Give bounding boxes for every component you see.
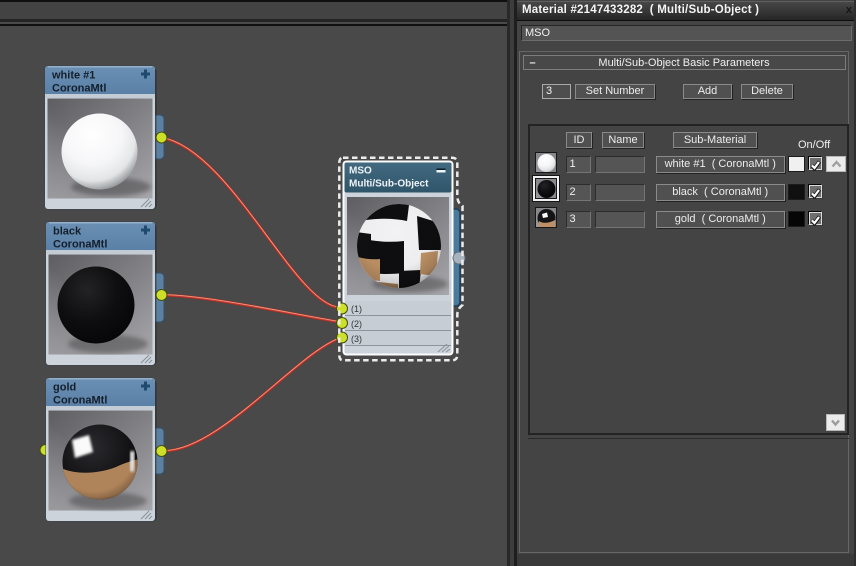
svg-text:Multi/Sub-Object: Multi/Sub-Object (349, 178, 429, 189)
svg-text:CoronaMtl: CoronaMtl (53, 394, 107, 406)
svg-text:CoronaMtl: CoronaMtl (52, 82, 106, 94)
svg-text:gold: gold (53, 381, 76, 393)
svg-text:white #1: white #1 (51, 69, 95, 81)
svg-text:CoronaMtl: CoronaMtl (53, 238, 107, 250)
svg-text:MSO: MSO (349, 166, 372, 177)
svg-text:black: black (53, 225, 82, 237)
svg-text:(1): (1) (351, 304, 362, 314)
svg-text:(2): (2) (351, 319, 362, 329)
svg-text:(3): (3) (351, 334, 362, 344)
